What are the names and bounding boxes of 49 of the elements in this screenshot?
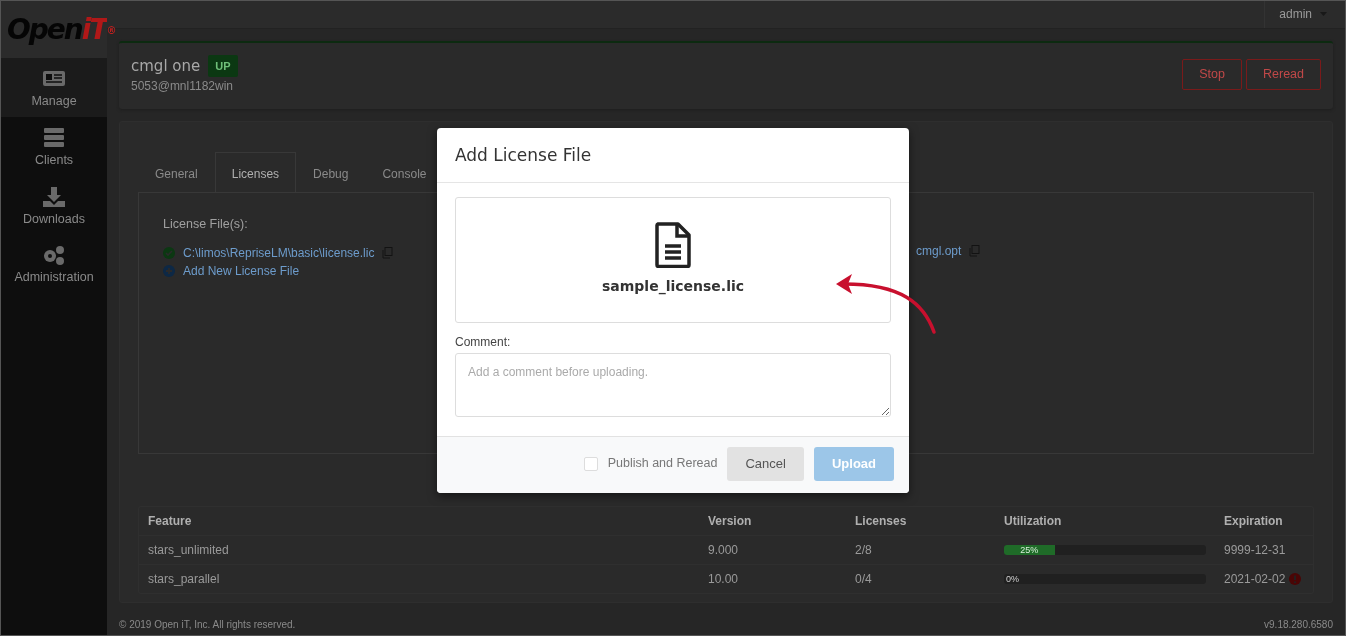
file-name: sample_license.lic [601, 277, 745, 297]
tab[interactable]: Debug [296, 152, 366, 193]
action-button[interactable]: Stop [1182, 59, 1242, 91]
checkbox-label: Publish and Reread [607, 455, 718, 473]
tab[interactable]: Licenses [214, 152, 297, 193]
table-cell-text: 2/8 [854, 542, 873, 559]
sidebar-item[interactable]: Manage [1, 58, 107, 117]
dialog-title: Add License File [437, 128, 909, 183]
sidebar-item[interactable]: Clients [1, 116, 107, 176]
add-file-link[interactable]: Add New License File [183, 261, 300, 280]
file-drop-zone[interactable]: sample_license.lic [455, 196, 891, 323]
comment-field[interactable]: Add a comment before uploading. [455, 352, 891, 417]
status-badge: UP [208, 54, 238, 77]
copyright-text: © 2019 Open iT, Inc. All rights reserved. [119, 618, 296, 632]
utilization-label: 0% [1005, 574, 1019, 584]
comment-label: Comment: [455, 333, 512, 351]
server-icon [41, 126, 67, 149]
progress-fill: 25% [1004, 545, 1055, 555]
file-link[interactable]: C:\limos\RepriseLM\basic\license.lic [183, 243, 375, 262]
download-icon [41, 185, 67, 208]
sidebar-item[interactable]: Administration [1, 234, 107, 293]
column-header: Utilization [1003, 513, 1063, 530]
user-menu[interactable]: admin [1264, 1, 1345, 28]
version-text: v9.18.280.6580 [1264, 618, 1333, 632]
copy-icon[interactable] [969, 245, 981, 257]
action-button[interactable]: Reread [1246, 59, 1321, 91]
table-cell-text: 9999-12-31 [1224, 542, 1286, 559]
feature-link[interactable]: stars_unlimited [139, 536, 699, 564]
feature-link[interactable]: stars_parallel [139, 565, 699, 593]
tab[interactable]: General [138, 152, 215, 193]
sidebar-item[interactable]: Downloads [1, 175, 107, 235]
server-name: cmgl one [131, 55, 201, 77]
column-header: Feature [147, 513, 193, 530]
settings-icon [41, 244, 67, 267]
document-icon [655, 222, 691, 268]
copy-icon[interactable] [382, 246, 394, 259]
table-cell-text: 10.00 [707, 571, 740, 588]
section-heading: License File(s): [163, 216, 249, 233]
cancel-button[interactable]: Cancel [727, 447, 804, 481]
table-cell-text: 0/4 [854, 571, 873, 588]
server-address: 5053@mnl1182win [131, 78, 235, 95]
checkbox[interactable] [583, 456, 598, 471]
column-header: Licenses [854, 513, 908, 530]
add-icon [163, 264, 175, 277]
file-link[interactable]: cmgl.opt [916, 242, 962, 260]
table-cell-text: 9.000 [707, 542, 740, 559]
column-header: Expiration [1223, 513, 1284, 530]
table-cell-text: 2021-02-02 [1224, 571, 1286, 588]
column-header: Version [707, 513, 753, 530]
